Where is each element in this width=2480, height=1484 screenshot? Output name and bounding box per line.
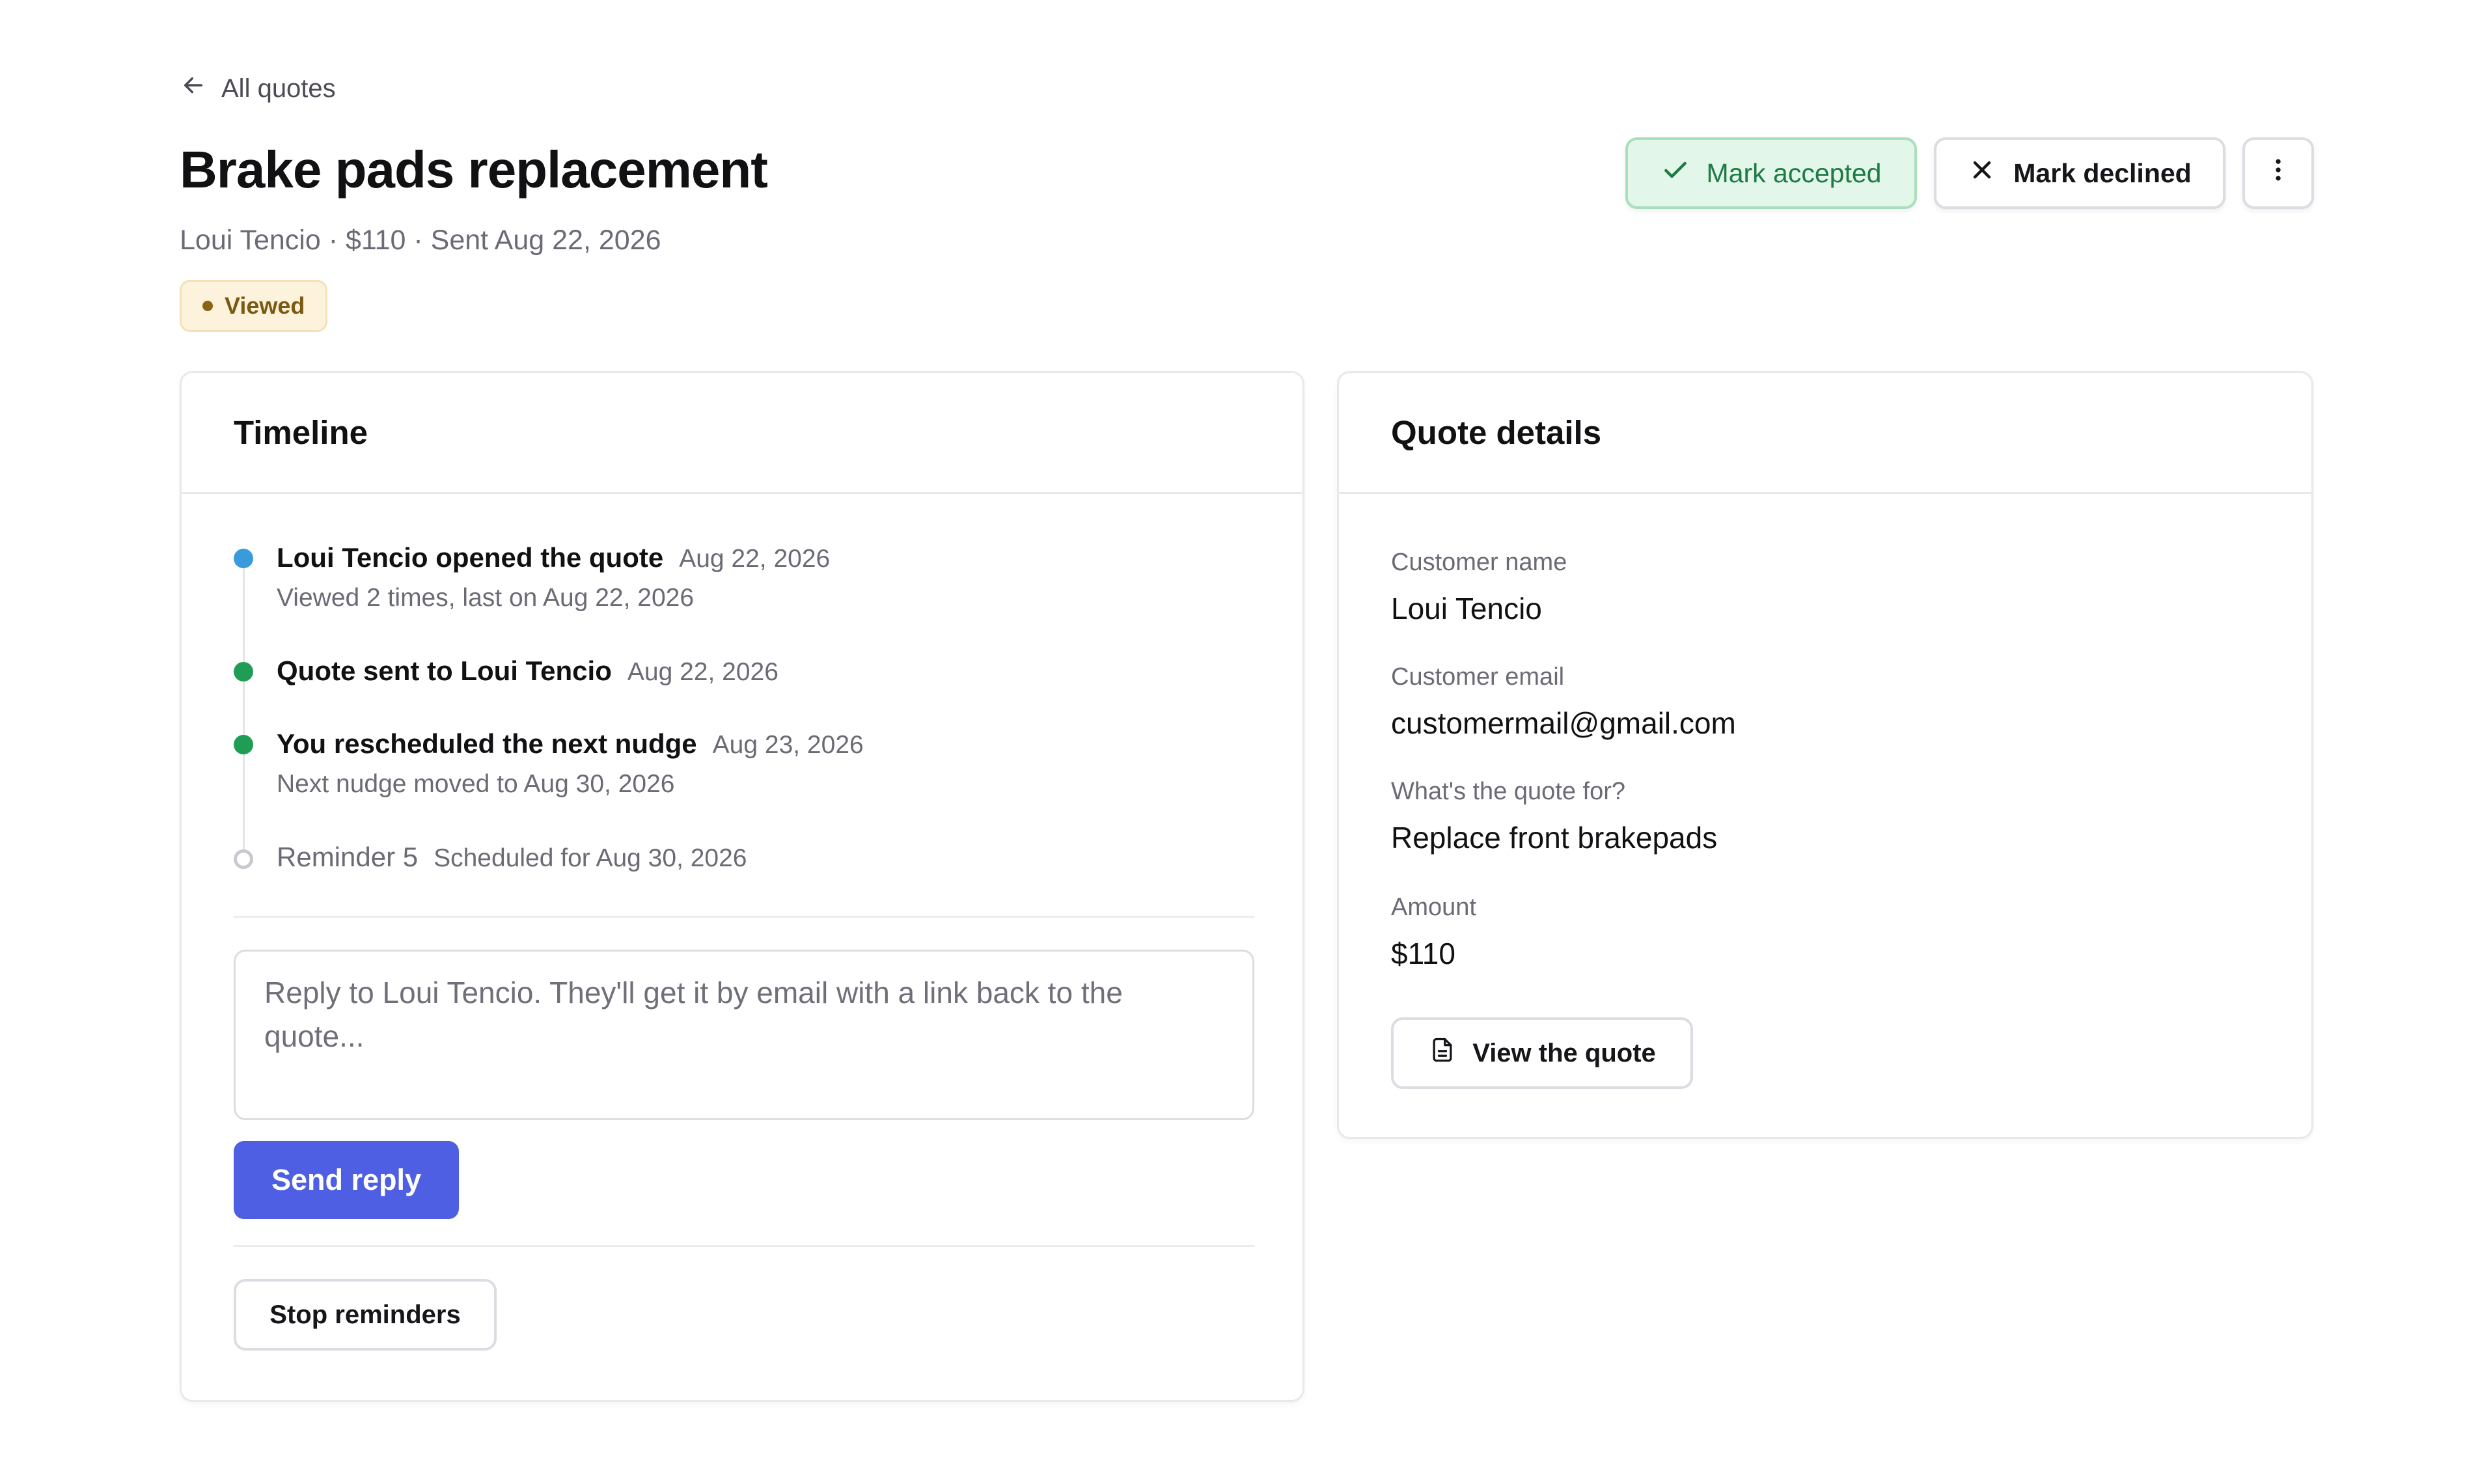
field-value: Loui Tencio [1391,592,1542,625]
mark-declined-label: Mark declined [2013,158,2192,188]
field-label: Amount [1391,894,1476,921]
close-icon [1968,156,1996,191]
timeline-item-detail: Next nudge moved to Aug 30, 2026 [277,770,675,798]
timeline-pending-dot-icon [234,849,253,869]
header-actions: Mark accepted Mark declined [1625,137,2314,209]
quote-for-field: What's the quote for? Replace front brak… [1391,778,1717,855]
field-value: $110 [1391,937,1455,970]
timeline-item-title: Quote sent to Loui Tencio [277,655,612,686]
quote-details-heading: Quote details [1339,373,2311,494]
timeline-item-date: Aug 22, 2026 [679,545,831,573]
page-title: Brake pads replacement [180,141,768,199]
customer-name-field: Customer name Loui Tencio [1391,549,1567,626]
back-link[interactable]: All quotes [180,72,336,105]
mark-accepted-button[interactable]: Mark accepted [1625,137,1917,209]
back-link-label: All quotes [221,74,336,103]
divider [234,1245,1254,1247]
view-quote-button[interactable]: View the quote [1391,1017,1693,1089]
timeline-dot-icon [234,735,253,754]
timeline-item-title: You rescheduled the next nudge [277,728,697,759]
timeline-item-title: Reminder 5 [277,842,419,872]
timeline-card: Timeline Loui Tencio opened the quote Au… [180,371,1304,1402]
quote-detail-page: All quotes Brake pads replacement Loui T… [0,0,2480,1484]
amount-field: Amount $110 [1391,894,1476,971]
mark-accepted-label: Mark accepted [1706,158,1882,188]
timeline-item-title: Loui Tencio opened the quote [277,542,664,573]
timeline-dot-icon [234,549,253,568]
timeline-heading: Timeline [182,373,1302,494]
mark-declined-button[interactable]: Mark declined [1934,137,2225,209]
document-icon [1428,1036,1457,1071]
customer-email-field: Customer email customermail@gmail.com [1391,663,1736,741]
timeline-connector [243,562,245,861]
field-label: What's the quote for? [1391,778,1626,805]
more-vertical-icon [2264,156,2293,191]
reply-input[interactable] [234,950,1254,1120]
quote-details-card: Quote details Customer name Loui Tencio … [1337,371,2313,1139]
view-quote-label: View the quote [1472,1038,1656,1067]
field-value: customermail@gmail.com [1391,706,1736,740]
timeline-item-date: Scheduled for Aug 30, 2026 [434,844,747,872]
page-subtitle: Loui Tencio · $110 · Sent Aug 22, 2026 [180,225,661,256]
send-reply-button[interactable]: Send reply [234,1141,459,1219]
field-value: Replace front brakepads [1391,821,1718,855]
timeline-item-detail: Viewed 2 times, last on Aug 22, 2026 [277,584,695,612]
divider [234,916,1254,918]
timeline-item-date: Aug 22, 2026 [627,658,778,686]
check-icon [1661,156,1690,191]
arrow-left-icon [180,72,207,105]
status-badge: Viewed [180,280,328,332]
more-options-button[interactable] [2242,137,2314,209]
field-label: Customer name [1391,549,1567,576]
status-dot-icon [202,301,213,311]
timeline-item-date: Aug 23, 2026 [712,731,864,759]
stop-reminders-button[interactable]: Stop reminders [234,1279,497,1351]
timeline-dot-icon [234,662,253,681]
status-badge-label: Viewed [225,292,305,319]
field-label: Customer email [1391,663,1565,691]
